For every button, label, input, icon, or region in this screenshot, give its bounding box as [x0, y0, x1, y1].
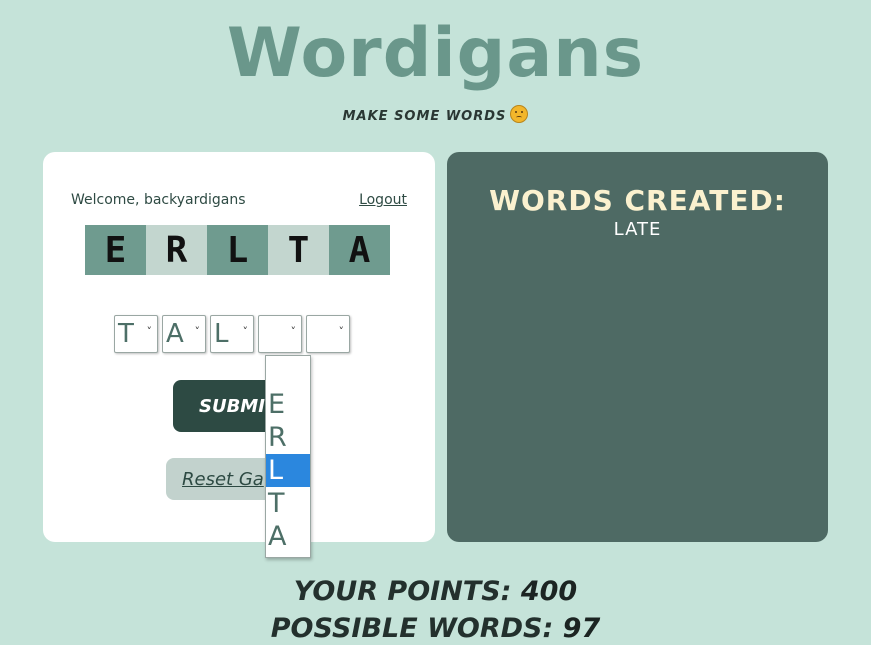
letter-dropdown-list[interactable]: E R L T A	[265, 355, 311, 558]
chevron-down-icon: ˅	[146, 325, 153, 338]
letter-tile: R	[146, 225, 207, 275]
logout-link[interactable]: Logout	[359, 192, 407, 208]
letter-tile: E	[85, 225, 146, 275]
letter-tiles: E R L T A	[85, 225, 390, 275]
game-card: Welcome, backyardigans Logout E R L T A …	[43, 152, 435, 542]
dropdown-option[interactable]: E	[266, 388, 310, 421]
letter-select-3[interactable]: L ˅	[210, 315, 254, 353]
letter-select-value: T	[118, 319, 134, 349]
words-created-panel: WORDS CREATED: LATE	[447, 152, 828, 542]
letter-tile: T	[268, 225, 329, 275]
letter-select-value: L	[214, 319, 229, 349]
words-created-title: WORDS CREATED:	[489, 184, 786, 217]
tagline-text: MAKE SOME WORDS	[342, 109, 507, 124]
letter-selects: T ˅ A ˅ L ˅ ˅ ˅	[114, 315, 350, 353]
dropdown-option[interactable]: A	[266, 520, 310, 553]
tagline: MAKE SOME WORDS	[0, 105, 871, 124]
points-label: YOUR POINTS:	[293, 576, 512, 607]
app-title: Wordigans	[226, 14, 645, 93]
points-value: 400	[520, 576, 578, 607]
letter-select-1[interactable]: T ˅	[114, 315, 158, 353]
created-word: LATE	[613, 219, 662, 240]
possible-words-line: POSSIBLE WORDS: 97	[0, 613, 871, 644]
letter-tile: L	[207, 225, 268, 275]
word-list: LATE	[447, 219, 828, 240]
possible-words-value: 97	[562, 613, 601, 644]
letter-select-4[interactable]: ˅	[258, 315, 302, 353]
chevron-down-icon: ˅	[242, 325, 249, 338]
thinking-face-icon	[510, 105, 529, 123]
letter-select-2[interactable]: A ˅	[162, 315, 206, 353]
welcome-text: Welcome, backyardigans	[71, 192, 246, 208]
chevron-down-icon: ˅	[290, 325, 297, 338]
letter-select-value: A	[166, 319, 184, 349]
points-line: YOUR POINTS: 400	[0, 576, 871, 607]
dropdown-option[interactable]: R	[266, 421, 310, 454]
possible-words-label: POSSIBLE WORDS:	[270, 613, 554, 644]
dropdown-option[interactable]: T	[266, 487, 310, 520]
letter-select-5[interactable]: ˅	[306, 315, 350, 353]
dropdown-option-selected[interactable]: L	[266, 454, 310, 487]
letter-tile: A	[329, 225, 390, 275]
dropdown-option[interactable]	[266, 356, 310, 388]
chevron-down-icon: ˅	[194, 325, 201, 338]
chevron-down-icon: ˅	[338, 325, 345, 338]
